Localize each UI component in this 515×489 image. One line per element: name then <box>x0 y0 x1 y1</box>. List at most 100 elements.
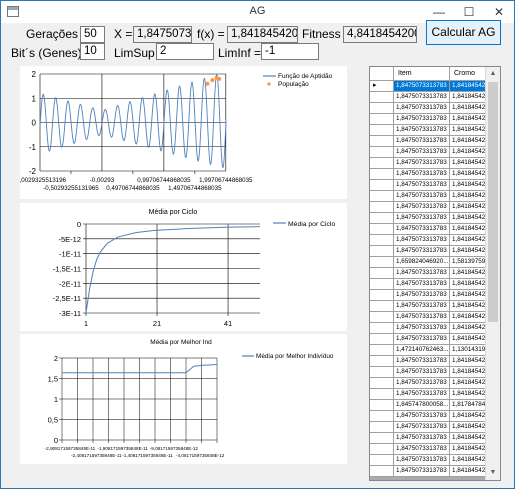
row-header[interactable] <box>370 147 394 158</box>
row-header[interactable] <box>370 345 394 356</box>
row-header[interactable] <box>370 246 394 257</box>
bits-input[interactable]: 10 <box>80 43 105 60</box>
cell-item[interactable]: 1,659824046920... <box>394 257 450 268</box>
table-row[interactable]: 1,845747800058... 1,817847846494 <box>370 400 499 411</box>
chevron-down-icon[interactable]: ▼ <box>486 466 500 480</box>
table-row[interactable]: 1,8475073313783 1,841845420042 <box>370 246 499 257</box>
cell-item[interactable]: 1,8475073313783 <box>394 433 450 444</box>
row-header[interactable]: ▸ <box>370 81 394 92</box>
cell-item[interactable]: 1,8475073313783 <box>394 323 450 334</box>
liminf-input[interactable]: -1 <box>261 43 319 60</box>
row-header[interactable] <box>370 268 394 279</box>
cell-item[interactable]: 1,8475073313783 <box>394 180 450 191</box>
row-header[interactable] <box>370 378 394 389</box>
row-header[interactable] <box>370 312 394 323</box>
row-header[interactable] <box>370 334 394 345</box>
row-header[interactable] <box>370 213 394 224</box>
cell-item[interactable]: 1,8475073313783 <box>394 279 450 290</box>
table-row[interactable]: 1,8475073313783 1,841845420042 <box>370 301 499 312</box>
row-header[interactable] <box>370 356 394 367</box>
row-header[interactable] <box>370 136 394 147</box>
cell-item[interactable]: 1,8475073313783 <box>394 202 450 213</box>
table-row[interactable]: 1,8475073313783 1,841845420042 <box>370 268 499 279</box>
cell-item[interactable]: 1,8475073313783 <box>394 213 450 224</box>
cell-item[interactable]: 1,8475073313783 <box>394 301 450 312</box>
table-row[interactable]: 1,8475073313783 1,841845420042 <box>370 169 499 180</box>
cell-item[interactable]: 1,8475073313783 <box>394 334 450 345</box>
table-row[interactable]: 1,8475073313783 1,841845420042 <box>370 202 499 213</box>
cell-item[interactable]: 1,8475073313783 <box>394 136 450 147</box>
table-row[interactable]: 1,8475073313783 1,841845420042 <box>370 103 499 114</box>
table-row[interactable]: 1,472140762463... 1,130143196476 <box>370 345 499 356</box>
row-header[interactable] <box>370 455 394 466</box>
cell-item[interactable]: 1,8475073313783 <box>394 444 450 455</box>
row-header[interactable] <box>370 114 394 125</box>
cell-item[interactable]: 1,8475073313783 <box>394 169 450 180</box>
table-row[interactable]: 1,8475073313783 1,841845420042 <box>370 114 499 125</box>
cell-item[interactable]: 1,8475073313783 <box>394 455 450 466</box>
cell-item[interactable]: 1,845747800058... <box>394 400 450 411</box>
table-row[interactable]: 1,8475073313783 1,841845420042 <box>370 433 499 444</box>
table-row[interactable]: 1,8475073313783 1,841845420042 <box>370 312 499 323</box>
table-row[interactable]: 1,8475073313783 1,841845420042 <box>370 125 499 136</box>
table-row[interactable]: 1,8475073313783 1,841845420042 <box>370 92 499 103</box>
row-header[interactable] <box>370 301 394 312</box>
cell-item[interactable]: 1,8475073313783 <box>394 312 450 323</box>
limsup-input[interactable]: 2 <box>156 43 214 60</box>
table-row[interactable]: 1,8475073313783 1,841845420042 <box>370 323 499 334</box>
cell-item[interactable]: 1,8475073313783 <box>394 246 450 257</box>
table-row[interactable]: 1,8475073313783 1,841845420042 <box>370 136 499 147</box>
row-header[interactable] <box>370 389 394 400</box>
cell-item[interactable]: 1,472140762463... <box>394 345 450 356</box>
grid-vertical-scrollbar[interactable]: ▲ ▼ <box>485 67 500 480</box>
row-header[interactable] <box>370 290 394 301</box>
row-header[interactable] <box>370 323 394 334</box>
cell-item[interactable]: 1,8475073313783 <box>394 389 450 400</box>
cell-item[interactable]: 1,8475073313783 <box>394 147 450 158</box>
cell-item[interactable]: 1,8475073313783 <box>394 367 450 378</box>
row-header[interactable] <box>370 158 394 169</box>
cell-item[interactable]: 1,8475073313783 <box>394 466 450 477</box>
cell-item[interactable]: 1,8475073313783 <box>394 191 450 202</box>
table-row[interactable]: 1,8475073313783 1,841845420042 <box>370 158 499 169</box>
column-header-item[interactable]: Item <box>394 67 450 81</box>
table-row[interactable]: 1,8475073313783 1,841845420042 <box>370 466 499 477</box>
row-header[interactable] <box>370 92 394 103</box>
row-header[interactable] <box>370 180 394 191</box>
table-row[interactable]: 1,8475073313783 1,841845420042 <box>370 444 499 455</box>
table-row[interactable]: 1,8475073313783 1,841845420042 <box>370 455 499 466</box>
row-header[interactable] <box>370 466 394 477</box>
cell-item[interactable]: 1,8475073313783 <box>394 235 450 246</box>
cell-item[interactable]: 1,8475073313783 <box>394 422 450 433</box>
row-header[interactable] <box>370 433 394 444</box>
table-row[interactable]: 1,8475073313783 1,841845420042 <box>370 389 499 400</box>
row-header[interactable] <box>370 125 394 136</box>
row-header[interactable] <box>370 191 394 202</box>
cell-item[interactable]: 1,8475073313783 <box>394 268 450 279</box>
cell-item[interactable]: 1,8475073313783 <box>394 103 450 114</box>
cell-item[interactable]: 1,8475073313783 <box>394 81 450 92</box>
cell-item[interactable]: 1,8475073313783 <box>394 224 450 235</box>
table-row[interactable]: 1,8475073313783 1,841845420042 <box>370 356 499 367</box>
table-row[interactable]: ▸ 1,8475073313783 1,841845420042 <box>370 81 499 92</box>
cell-item[interactable]: 1,8475073313783 <box>394 92 450 103</box>
table-row[interactable]: 1,8475073313783 1,841845420042 <box>370 191 499 202</box>
cell-item[interactable]: 1,8475073313783 <box>394 158 450 169</box>
table-row[interactable]: 1,8475073313783 1,841845420042 <box>370 279 499 290</box>
row-header[interactable] <box>370 367 394 378</box>
row-header[interactable] <box>370 279 394 290</box>
cell-item[interactable]: 1,8475073313783 <box>394 125 450 136</box>
cell-item[interactable]: 1,8475073313783 <box>394 290 450 301</box>
row-header[interactable] <box>370 202 394 213</box>
calcular-ag-button[interactable]: Calcular AG <box>426 20 501 45</box>
population-grid[interactable]: Item Cromo ▸ 1,8475073313783 1,84184542004… <box>369 66 501 481</box>
chevron-up-icon[interactable]: ▲ <box>486 67 500 81</box>
table-row[interactable]: 1,8475073313783 1,841845420042 <box>370 290 499 301</box>
table-row[interactable]: 1,8475073313783 1,841845420042 <box>370 235 499 246</box>
table-row[interactable]: 1,8475073313783 1,841845420042 <box>370 180 499 191</box>
table-row[interactable]: 1,8475073313783 1,841845420042 <box>370 213 499 224</box>
table-row[interactable]: 1,8475073313783 1,841845420042 <box>370 367 499 378</box>
row-header[interactable] <box>370 257 394 268</box>
row-header[interactable] <box>370 444 394 455</box>
fitness-value-field[interactable]: 4,841845420042 <box>343 26 417 43</box>
